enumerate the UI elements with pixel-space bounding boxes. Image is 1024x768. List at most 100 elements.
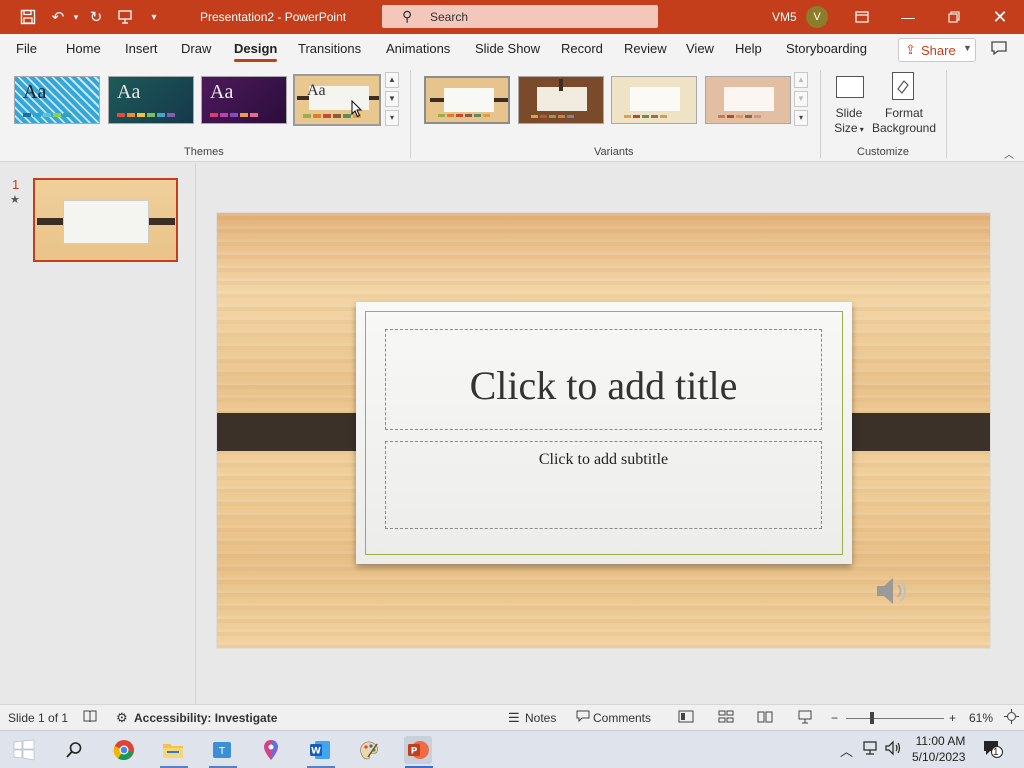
user-name[interactable]: VM5 xyxy=(772,10,797,24)
tab-file[interactable]: File xyxy=(16,41,37,56)
undo-icon[interactable]: ↶ xyxy=(48,7,68,27)
theme-color-bars xyxy=(23,113,71,117)
theme-color-bars xyxy=(117,113,175,117)
save-icon[interactable] xyxy=(18,7,38,27)
search-placeholder: Search xyxy=(430,10,469,24)
search-box[interactable]: ⚲ Search xyxy=(382,5,658,28)
slide-number: 1 xyxy=(12,177,20,192)
comments-pane-icon[interactable] xyxy=(990,40,1008,60)
format-background-button[interactable]: Format Background xyxy=(870,106,938,136)
variant-thumbnail-2[interactable] xyxy=(518,76,604,124)
powerpoint-icon[interactable]: P xyxy=(404,736,432,764)
fit-slide-icon[interactable] xyxy=(1004,709,1019,727)
close-button[interactable]: ✕ xyxy=(989,6,1011,28)
tab-draw[interactable]: Draw xyxy=(181,41,211,56)
tab-view[interactable]: View xyxy=(686,41,714,56)
theme-thumbnail-1[interactable]: Aa xyxy=(14,76,100,124)
chrome-icon[interactable] xyxy=(110,736,138,764)
theme-thumbnail-4-selected[interactable]: Aa xyxy=(293,74,381,126)
ribbon-display-options-icon[interactable] xyxy=(851,6,873,28)
slide-thumbnail-pane: 1 ★ xyxy=(0,163,196,704)
variant-thumbnail-3[interactable] xyxy=(611,76,697,124)
reading-view-icon[interactable] xyxy=(757,710,773,726)
redo-icon[interactable]: ↻ xyxy=(86,7,106,27)
share-label: Share xyxy=(921,43,956,58)
title-card: Click to add title Click to add subtitle xyxy=(356,302,852,564)
teams-icon[interactable]: T xyxy=(208,736,236,764)
themes-more-button[interactable]: ▾ xyxy=(385,110,399,126)
slide-thumbnail-1[interactable] xyxy=(33,178,178,262)
format-background-label-2: Background xyxy=(871,121,937,135)
spell-check-icon[interactable] xyxy=(83,709,97,726)
theme-thumbnail-3[interactable]: Aa xyxy=(201,76,287,124)
tab-help[interactable]: Help xyxy=(735,41,762,56)
chevron-up-icon[interactable]: ︿ xyxy=(840,741,853,760)
volume-icon[interactable] xyxy=(884,740,902,759)
accessibility-status[interactable]: Accessibility: Investigate xyxy=(134,711,277,725)
mouse-cursor-icon xyxy=(351,100,363,118)
file-explorer-icon[interactable] xyxy=(159,736,187,764)
collapse-ribbon-icon[interactable]: ︿ xyxy=(1004,146,1014,161)
strap-right xyxy=(835,413,990,451)
search-icon[interactable] xyxy=(60,736,88,764)
word-icon[interactable]: W xyxy=(306,736,334,764)
title-placeholder[interactable]: Click to add title xyxy=(385,329,822,430)
present-from-beginning-icon[interactable] xyxy=(115,7,135,27)
variant-thumbnail-1[interactable] xyxy=(424,76,510,124)
windows-taskbar: T W P ︿ 11:00 AM 5/10/2023 1 xyxy=(0,730,1024,768)
system-clock[interactable]: 11:00 AM 5/10/2023 xyxy=(912,733,965,765)
comments-button[interactable]: Comments xyxy=(593,711,651,725)
tab-design[interactable]: Design xyxy=(234,41,278,62)
zoom-slider-thumb[interactable] xyxy=(870,712,874,724)
subtitle-placeholder[interactable]: Click to add subtitle xyxy=(385,441,822,529)
tab-slide-show[interactable]: Slide Show xyxy=(475,41,540,56)
normal-view-icon[interactable] xyxy=(678,710,694,726)
themes-scroll-down-button[interactable]: ▼ xyxy=(385,91,399,107)
slide-count: Slide 1 of 1 xyxy=(8,711,69,725)
theme-aa: Aa xyxy=(117,81,141,103)
windows-start-icon[interactable] xyxy=(10,736,38,764)
accessibility-icon[interactable]: ⚙ xyxy=(116,710,128,726)
zoom-level[interactable]: 61% xyxy=(969,711,993,725)
variants-scroll-up-button[interactable]: ▲ xyxy=(794,72,808,88)
theme-color-bars xyxy=(210,113,258,117)
tab-home[interactable]: Home xyxy=(66,41,101,56)
undo-dropdown-icon[interactable]: ▾ xyxy=(66,7,86,27)
zoom-out-button[interactable]: − xyxy=(831,711,838,725)
variant-card xyxy=(724,87,774,111)
slide-canvas[interactable]: Click to add title Click to add subtitle xyxy=(216,212,991,649)
notes-button[interactable]: Notes xyxy=(525,711,556,725)
format-background-icon[interactable] xyxy=(892,72,914,100)
themes-scroll-up-button[interactable]: ▲ xyxy=(385,72,399,88)
theme-thumbnail-2[interactable]: Aa xyxy=(108,76,194,124)
variants-scroll-down-button[interactable]: ▼ xyxy=(794,91,808,107)
slide-editing-area: Click to add title Click to add subtitle xyxy=(197,163,1024,704)
slide-show-icon[interactable] xyxy=(797,710,813,727)
slide-sorter-icon[interactable] xyxy=(718,710,734,726)
tab-insert[interactable]: Insert xyxy=(125,41,158,56)
tab-transitions[interactable]: Transitions xyxy=(298,41,361,56)
tab-storyboarding[interactable]: Storyboarding xyxy=(786,41,867,56)
comments-icon[interactable] xyxy=(576,710,590,725)
zoom-in-button[interactable]: + xyxy=(949,711,956,725)
tab-review[interactable]: Review xyxy=(624,41,667,56)
variants-more-button[interactable]: ▾ xyxy=(794,110,808,126)
restore-button[interactable] xyxy=(943,6,965,28)
customize-qat-icon[interactable]: ▾ xyxy=(144,7,164,27)
notes-icon[interactable]: ☰ xyxy=(508,710,520,726)
zoom-slider-track[interactable] xyxy=(846,718,944,719)
minimize-button[interactable]: — xyxy=(897,6,919,28)
network-icon[interactable] xyxy=(862,740,880,759)
audio-speaker-icon[interactable] xyxy=(873,571,913,611)
svg-text:T: T xyxy=(218,746,226,757)
tab-animations[interactable]: Animations xyxy=(386,41,450,56)
avatar[interactable]: V xyxy=(806,6,828,28)
maps-pin-icon[interactable] xyxy=(257,736,285,764)
slide-size-icon[interactable] xyxy=(836,76,864,98)
slide-size-button[interactable]: Slide Size ▾ xyxy=(834,106,864,137)
tab-record[interactable]: Record xyxy=(561,41,603,56)
paint-icon[interactable] xyxy=(355,736,383,764)
share-button[interactable]: ⇪ Share ▼ xyxy=(898,38,976,62)
thumb-strap-left xyxy=(37,218,65,225)
variant-thumbnail-4[interactable] xyxy=(705,76,791,124)
